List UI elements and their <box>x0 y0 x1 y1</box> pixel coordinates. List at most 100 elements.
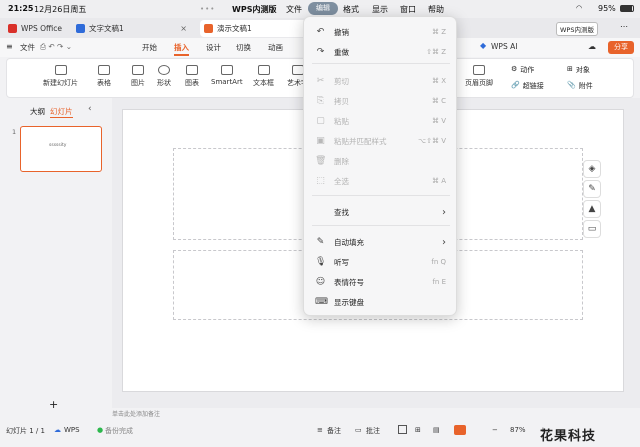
chart-button[interactable]: 图表 <box>185 65 199 88</box>
attachment-button[interactable]: 📎 附件 <box>567 81 593 91</box>
collapse-icon[interactable]: ‹ <box>88 104 92 114</box>
shortcut-label: ⌘ V <box>431 117 446 125</box>
quick-access-icons[interactable]: ⎙ ↶ ↷ ⌄ <box>40 42 72 52</box>
hyperlink-button[interactable]: 🔗 超链接 <box>511 81 544 91</box>
menu-item-select-all: ⬚ 全选 ⌘ A <box>304 172 458 190</box>
menu-item-find[interactable]: 查找 › <box>304 203 458 221</box>
menu-item-emoji[interactable]: ☺ 表情符号 fn E <box>304 273 458 291</box>
smartart-button[interactable]: SmartArt <box>211 65 243 86</box>
cloud-icon[interactable]: ☁ <box>588 42 596 51</box>
menu-item-label: 听写 <box>334 257 349 267</box>
tab-animation[interactable]: 动画 <box>268 42 283 53</box>
multitask-dots[interactable]: ••• <box>200 5 215 13</box>
menu-separator <box>312 195 450 196</box>
zoom-level[interactable]: 87% <box>510 426 526 434</box>
wordart-icon <box>291 65 304 75</box>
tab-doc1[interactable]: 文字文稿1 × <box>72 20 192 37</box>
tab-insert[interactable]: 插入 <box>174 42 189 56</box>
check-icon: ● <box>97 426 104 434</box>
beta-badge[interactable]: WPS内测版 <box>556 22 598 36</box>
menu-item-label: 显示键盘 <box>334 297 364 307</box>
textbox-button[interactable]: 文本框 <box>253 65 274 88</box>
tab-transition[interactable]: 切换 <box>236 42 251 53</box>
menu-item-redo[interactable]: ↷ 重做 ⇧⌘ Z <box>304 43 458 61</box>
add-slide-button[interactable]: + <box>49 398 58 411</box>
share-button[interactable]: 分享 <box>608 41 634 54</box>
new-slide-button[interactable]: 新建幻灯片 <box>43 65 78 88</box>
pen-icon[interactable]: ✎ <box>583 180 601 198</box>
table-icon <box>98 65 110 75</box>
app-menu-name[interactable]: WPS内测版 <box>232 4 276 15</box>
tab-home[interactable]: 开始 <box>142 42 157 53</box>
menu-window[interactable]: 窗口 <box>400 4 416 15</box>
menu-separator <box>312 63 450 64</box>
menu-item-autofill[interactable]: ✎ 自动填充 › <box>304 233 458 251</box>
object-button[interactable]: ⊞ 对象 <box>567 65 590 75</box>
grid-view-icon[interactable]: ⊞ <box>415 426 421 434</box>
menu-file[interactable]: 文件 <box>286 4 302 15</box>
table-button[interactable]: 表格 <box>97 65 111 88</box>
menu-item-dictation[interactable]: 🎙 听写 fn Q <box>304 253 458 271</box>
paste-icon: ▢ <box>316 116 325 126</box>
notes-button[interactable]: 备注 <box>327 426 341 436</box>
header-footer-button[interactable]: 页眉页脚 <box>465 65 493 88</box>
redo-icon: ↷ <box>316 47 325 57</box>
tab-design[interactable]: 设计 <box>206 42 221 53</box>
close-icon[interactable]: × <box>180 24 187 33</box>
menu-format[interactable]: 格式 <box>343 4 359 15</box>
wps-ai-button[interactable]: WPS AI <box>491 42 517 51</box>
notes-placeholder: 单击此处添加备注 <box>112 411 161 418</box>
emoji-icon: ☺ <box>315 277 326 287</box>
menu-help[interactable]: 帮助 <box>428 4 444 15</box>
scissors-icon: ✂ <box>316 76 325 86</box>
picture-button[interactable]: 图片 <box>131 65 145 88</box>
link-icon: 🔗 <box>511 81 520 89</box>
object-icon: ⊞ <box>567 65 573 73</box>
shortcut-label: ⌘ X <box>431 77 446 85</box>
file-menu[interactable]: 文件 <box>20 42 35 53</box>
shape-icon <box>158 65 170 75</box>
shape-button[interactable]: 形状 <box>157 65 171 88</box>
tab-presentation1[interactable]: 演示文稿1 <box>200 20 310 37</box>
slides-tab[interactable]: 幻灯片 <box>50 106 73 118</box>
play-icon[interactable] <box>454 425 466 435</box>
notes-area[interactable]: 单击此处添加备注 <box>112 406 640 420</box>
more-icon[interactable]: ⋯ <box>620 22 628 31</box>
shortcut-label: ⇧⌘ Z <box>426 48 446 56</box>
comment-button[interactable]: 批注 <box>366 426 380 436</box>
tab-wps-office[interactable]: WPS Office <box>4 20 68 37</box>
wps-logo-icon <box>8 24 17 33</box>
menu-edit[interactable]: 编辑 <box>308 2 338 15</box>
notes-icon: ≡ <box>317 426 323 434</box>
label: 页眉页脚 <box>465 79 493 87</box>
window-icon[interactable]: ▭ <box>583 220 601 238</box>
layers-icon[interactable]: ◈ <box>583 160 601 178</box>
outline-tab[interactable]: 大纲 <box>30 106 45 117</box>
menu-view[interactable]: 显示 <box>372 4 388 15</box>
tab-label: WPS Office <box>21 24 62 33</box>
label: 动作 <box>520 66 535 74</box>
wps-label[interactable]: WPS <box>64 426 80 434</box>
menu-item-show-keyboard[interactable]: ⌨ 显示键盘 <box>304 293 458 311</box>
slide-panel: 大纲 幻灯片 ‹ 1 sssssity + <box>0 98 112 411</box>
shortcut-label: fn Q <box>431 258 446 266</box>
comment-icon: ▭ <box>355 426 362 434</box>
textbox-icon <box>257 65 270 75</box>
slide-icon <box>54 65 67 75</box>
menu-item-label: 全选 <box>334 176 349 186</box>
thumb-text: sssssity <box>49 143 67 148</box>
normal-view-icon[interactable] <box>398 425 407 434</box>
action-button[interactable]: ⚙ 动作 <box>511 65 534 75</box>
shortcut-label: ⌥⇧⌘ V <box>418 137 446 145</box>
shortcut-label: ⌘ C <box>431 97 446 105</box>
action-icon: ⚙ <box>511 65 518 73</box>
zoom-out-icon[interactable]: − <box>492 426 498 434</box>
menu-item-undo[interactable]: ↶ 撤销 ⌘ Z <box>304 23 458 41</box>
doc-icon <box>76 24 85 33</box>
slide-thumbnail[interactable]: sssssity <box>20 126 102 172</box>
hamburger-icon[interactable]: ≡ <box>6 42 13 51</box>
format-icon[interactable]: ▲ <box>583 200 601 218</box>
tab-label: 演示文稿1 <box>217 24 252 33</box>
reading-view-icon[interactable]: ▤ <box>433 426 440 434</box>
cloud-icon: ☁ <box>54 426 61 434</box>
